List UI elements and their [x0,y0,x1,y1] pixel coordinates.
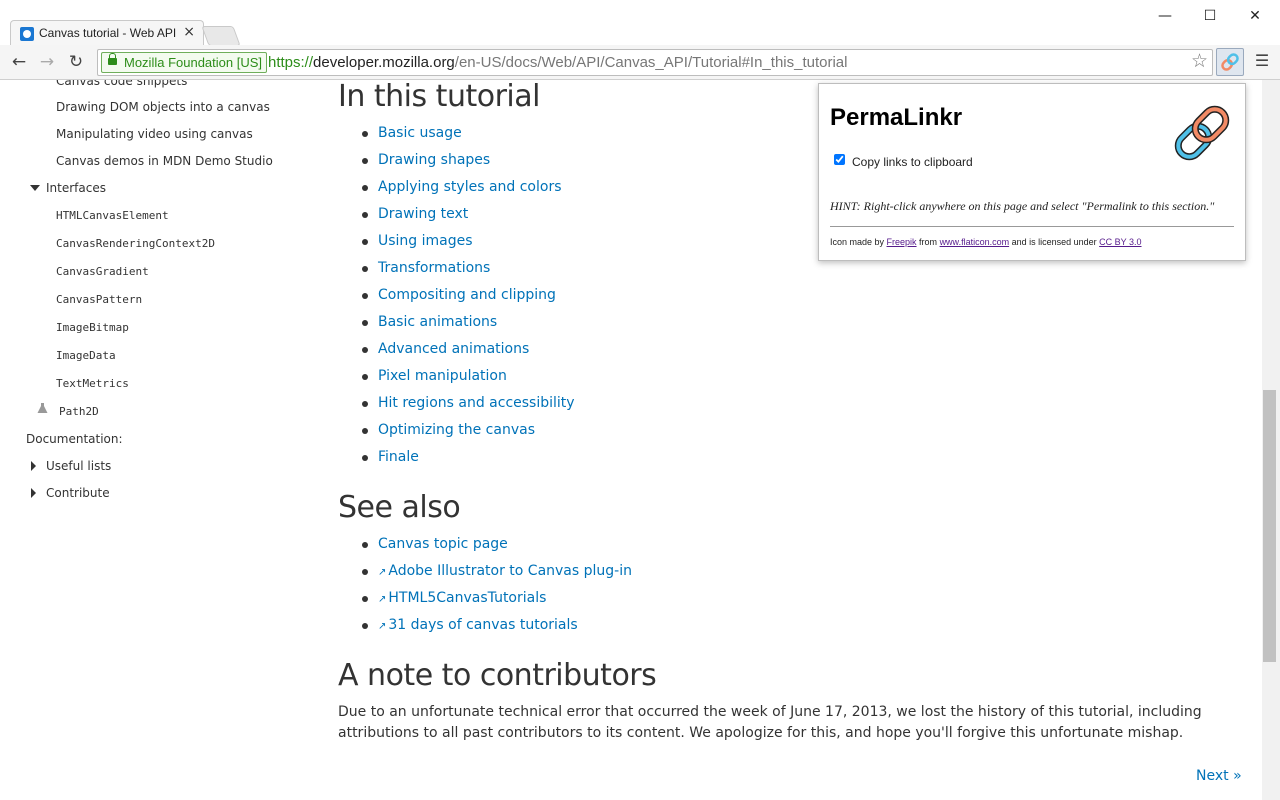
tab-title: Canvas tutorial - Web API [39,26,177,40]
sidebar-item-manipulating-video[interactable]: Manipulating video using canvas [56,127,253,141]
browser-titlebar: Canvas tutorial - Web API × — ☐ ✕ [0,0,1280,46]
tutorial-link[interactable]: Optimizing the canvas [338,417,575,444]
tab-close-icon[interactable]: × [183,24,195,40]
tutorial-link[interactable]: Finale [338,444,575,471]
tutorial-link[interactable]: Advanced animations [338,336,575,363]
credit-from: from [916,237,940,247]
permalinkr-extension-icon [1221,53,1239,71]
sidebar-item-imagebitmap[interactable]: ImageBitmap [56,321,129,334]
collapsed-triangle-icon[interactable] [31,488,36,498]
sidebar-item-textmetrics[interactable]: TextMetrics [56,377,129,390]
experimental-flask-icon [37,403,48,413]
menu-icon[interactable]: ☰ [1252,51,1272,71]
tutorial-link[interactable]: Using images [338,228,575,255]
tutorial-link[interactable]: Drawing shapes [338,147,575,174]
note-paragraph: Due to an unfortunate technical error th… [338,704,1202,741]
sidebar-section-contribute[interactable]: Contribute [46,486,110,500]
external-link-icon: ↗ [378,621,387,632]
credit-author-link[interactable]: Freepik [887,237,917,247]
credit-license-link[interactable]: CC BY 3.0 [1099,237,1141,247]
tutorial-link[interactable]: Basic animations [338,309,575,336]
permalinkr-extension-button[interactable] [1216,48,1244,76]
sidebar-section-interfaces[interactable]: Interfaces [46,181,106,195]
ev-certificate-badge[interactable]: Mozilla Foundation [US] [101,52,268,73]
copy-links-label: Copy links to clipboard [852,155,973,169]
sidebar-item-drawing-dom-objects[interactable]: Drawing DOM objects into a canvas [56,100,270,114]
scrollbar-thumb[interactable] [1263,390,1276,662]
new-tab-button[interactable] [201,26,241,46]
copy-links-checkbox[interactable] [834,154,845,165]
url-text[interactable]: https://developer.mozilla.org/en-US/docs… [268,53,847,72]
window-maximize-button[interactable]: ☐ [1195,6,1225,26]
external-link-icon: ↗ [378,594,387,605]
sidebar: Canvas code snippets Drawing DOM objects… [0,80,320,800]
url-path: /en-US/docs/Web/API/Canvas_API/Tutorial#… [454,54,848,71]
credit-site-link[interactable]: www.flaticon.com [940,237,1010,247]
back-arrow-icon[interactable]: ← [8,51,30,73]
heading-see-also: See also [338,490,461,525]
see-also-link[interactable]: ↗ 31 days of canvas tutorials [338,612,632,639]
sidebar-item-path2d[interactable]: Path2D [59,405,99,418]
sidebar-item-canvaspattern[interactable]: CanvasPattern [56,293,142,306]
bookmark-star-icon[interactable]: ☆ [1191,51,1208,72]
url-host: developer.mozilla.org [313,54,455,71]
popup-divider [830,226,1234,227]
sidebar-item-htmlcanvaselement[interactable]: HTMLCanvasElement [56,209,169,222]
see-also-link-label: 31 days of canvas tutorials [388,617,578,633]
window-close-button[interactable]: ✕ [1240,6,1270,26]
see-also-link-label: HTML5CanvasTutorials [388,590,547,606]
sidebar-item-imagedata[interactable]: ImageData [56,349,116,362]
lock-icon [108,53,117,65]
next-page-link[interactable]: Next » [1196,768,1242,784]
see-also-link[interactable]: Canvas topic page [338,531,632,558]
tutorial-link-list: Basic usage Drawing shapes Applying styl… [338,120,575,471]
browser-toolbar: ← → ↻ Mozilla Foundation [US] https://de… [0,45,1280,80]
heading-note-to-contributors: A note to contributors [338,658,657,693]
credit-prefix: Icon made by [830,237,887,247]
popup-hint: HINT: Right-click anywhere on this page … [830,199,1215,213]
tutorial-link[interactable]: Hit regions and accessibility [338,390,575,417]
collapsed-triangle-icon[interactable] [31,461,36,471]
tutorial-link[interactable]: Drawing text [338,201,575,228]
credit-license-text: and is licensed under [1009,237,1100,247]
tutorial-link[interactable]: Pixel manipulation [338,363,575,390]
tutorial-link[interactable]: Compositing and clipping [338,282,575,309]
see-also-link[interactable]: ↗ HTML5CanvasTutorials [338,585,632,612]
browser-tab-active[interactable]: Canvas tutorial - Web API × [10,20,204,46]
see-also-link-list: Canvas topic page ↗ Adobe Illustrator to … [338,531,632,639]
window-minimize-button[interactable]: — [1150,6,1180,26]
tutorial-link[interactable]: Transformations [338,255,575,282]
popup-title: PermaLinkr [830,104,963,131]
external-link-icon: ↗ [378,567,387,578]
see-also-link-label: Adobe Illustrator to Canvas plug-in [388,563,632,579]
permalinkr-popup: PermaLinkr Copy links to clipboard HINT:… [818,83,1246,261]
sidebar-heading-documentation: Documentation: [26,432,123,446]
forward-arrow-icon[interactable]: → [36,51,58,73]
reload-icon[interactable]: ↻ [65,51,87,73]
mdn-favicon-icon [20,27,34,41]
tutorial-link[interactable]: Applying styles and colors [338,174,575,201]
see-also-link[interactable]: ↗ Adobe Illustrator to Canvas plug-in [338,558,632,585]
ev-badge-label: Mozilla Foundation [US] [124,55,263,70]
sidebar-item-canvasrenderingcontext2d[interactable]: CanvasRenderingContext2D [56,237,215,250]
sidebar-section-useful-lists[interactable]: Useful lists [46,459,111,473]
address-bar[interactable]: Mozilla Foundation [US] https://develope… [97,49,1213,76]
heading-in-this-tutorial: In this tutorial [338,80,540,114]
icon-credit: Icon made by Freepik from www.flaticon.c… [830,237,1142,247]
chain-link-icon [1174,105,1230,161]
sidebar-item-canvas-demos[interactable]: Canvas demos in MDN Demo Studio [56,154,273,168]
sidebar-item-canvasgradient[interactable]: CanvasGradient [56,265,149,278]
tutorial-link[interactable]: Basic usage [338,120,575,147]
sidebar-item-canvas-code-snippets[interactable]: Canvas code snippets [56,80,187,88]
expanded-triangle-icon[interactable] [30,185,40,191]
see-also-link-label: Canvas topic page [378,536,508,552]
url-scheme: https:// [268,54,314,71]
